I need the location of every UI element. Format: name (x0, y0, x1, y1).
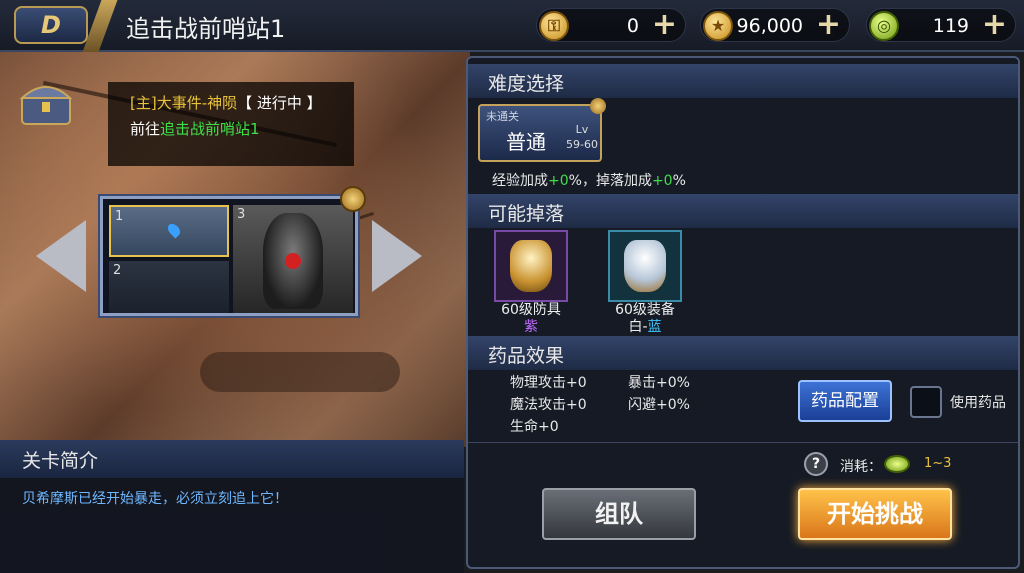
add-locked-gold-button[interactable]: + (652, 9, 677, 41)
drop-item-armor[interactable] (494, 230, 568, 302)
treasure-chest-icon[interactable] (18, 76, 74, 128)
potion-dodge: 闪避+0% (628, 397, 690, 413)
difficulty-header: 难度选择 (468, 64, 1018, 98)
drop-item-equipment[interactable] (608, 230, 682, 302)
location-pin-icon (165, 221, 183, 239)
stage-cell-1[interactable]: 1 (109, 205, 229, 257)
boss-monster-icon (263, 213, 323, 309)
back-button[interactable]: D (14, 6, 88, 44)
use-potion-checkbox[interactable] (910, 386, 942, 418)
intro-text: 贝希摩斯已经开始暴走，必须立刻追上它！ (22, 491, 288, 507)
stage-cell-2[interactable]: 2 (109, 261, 229, 313)
currency-green: ◎ 119 + (866, 8, 1016, 42)
add-green-coin-button[interactable]: + (982, 9, 1007, 41)
intro-header: 关卡简介 (0, 440, 464, 478)
green-coin-icon (884, 455, 910, 473)
drops-header: 可能掉落 (468, 194, 1018, 228)
quest-goto-prefix: 前往 (130, 120, 161, 138)
armor-icon (510, 240, 552, 292)
divider (468, 442, 1018, 443)
cost-label: 消耗： (840, 459, 882, 475)
help-icon[interactable]: ? (804, 452, 828, 476)
next-stage-arrow-icon[interactable] (372, 220, 422, 292)
stage-cell-number: 3 (237, 207, 246, 222)
page-title: 追击战前哨站1 (126, 15, 286, 43)
quest-tag: [主]大事件-神陨 (130, 94, 238, 112)
potion-life: 生命+0 (510, 419, 559, 435)
potion-phys-attack: 物理攻击+0 (510, 375, 587, 391)
potion-crit: 暴击+0% (628, 375, 690, 391)
currency-gold: ★ 96,000 + (700, 8, 850, 42)
stage-reward-gear-icon[interactable] (340, 186, 366, 212)
top-bar: D 追击战前哨站1 ⚿ 0 + ★ 96,000 + ◎ 119 + (0, 0, 1024, 52)
gold-lock-coin-icon: ⚿ (539, 11, 569, 41)
difficulty-status: 未通关 (486, 110, 519, 123)
difficulty-level: Lv 59-60 (566, 123, 598, 151)
potion-config-button[interactable]: 药品配置 (798, 380, 892, 422)
difficulty-gear-icon (590, 98, 606, 114)
stage-intro: 关卡简介 贝希摩斯已经开始暴走，必须立刻追上它！ (0, 440, 464, 573)
chest-armor-icon (624, 240, 666, 292)
currency-value: 119 (932, 15, 969, 37)
currency-locked-gold: ⚿ 0 + (536, 8, 686, 42)
drop-item-armor-label: 60级防具 紫 (501, 302, 561, 335)
prev-stage-arrow-icon[interactable] (36, 220, 86, 292)
exp-bonus-label: 经验加成 (492, 173, 548, 189)
difficulty-normal-button[interactable]: 未通关 普通 Lv 59-60 (478, 104, 602, 162)
difficulty-name: 普通 (506, 130, 546, 154)
drop-bonus-value: +0 (651, 173, 673, 189)
drop-item-equipment-label: 60级装备 白-蓝 (615, 302, 675, 335)
stage-cell-number: 2 (113, 263, 122, 278)
exp-bonus-value: +0 (548, 173, 569, 189)
gold-coin-icon: ★ (703, 11, 733, 41)
potion-header: 药品效果 (468, 336, 1018, 370)
exp-bonus-suffix: %， (568, 173, 596, 189)
stage-cell-3-boss[interactable]: 3 (233, 205, 353, 313)
green-coin-icon: ◎ (869, 11, 899, 41)
drop-bonus-suffix: % (672, 173, 686, 189)
cost-value: 1~3 (924, 456, 952, 471)
use-potion-label: 使用药品 (950, 395, 1006, 411)
potion-magic-attack: 魔法攻击+0 (510, 397, 587, 413)
currency-value: 96,000 (736, 15, 803, 37)
add-gold-button[interactable]: + (816, 9, 841, 41)
quest-goto-link[interactable]: 追击战前哨站1 (160, 120, 260, 138)
stage-cell-number: 1 (115, 209, 124, 224)
team-button[interactable]: 组队 (542, 488, 696, 540)
stage-selector: 1 2 3 (100, 196, 358, 316)
stage-detail-panel: 难度选择 未通关 普通 Lv 59-60 经验加成+0%，掉落加成+0% 可能掉落… (466, 56, 1020, 569)
start-challenge-button[interactable]: 开始挑战 (798, 488, 952, 540)
drop-bonus-label: 掉落加成 (595, 173, 652, 189)
bonus-line: 经验加成+0%，掉落加成+0% (492, 170, 686, 190)
quest-status: 【 进行中 】 (237, 94, 322, 112)
quest-tracker[interactable]: [主]大事件-神陨【 进行中 】 前往追击战前哨站1 (108, 82, 354, 166)
currency-value: 0 (626, 15, 639, 37)
